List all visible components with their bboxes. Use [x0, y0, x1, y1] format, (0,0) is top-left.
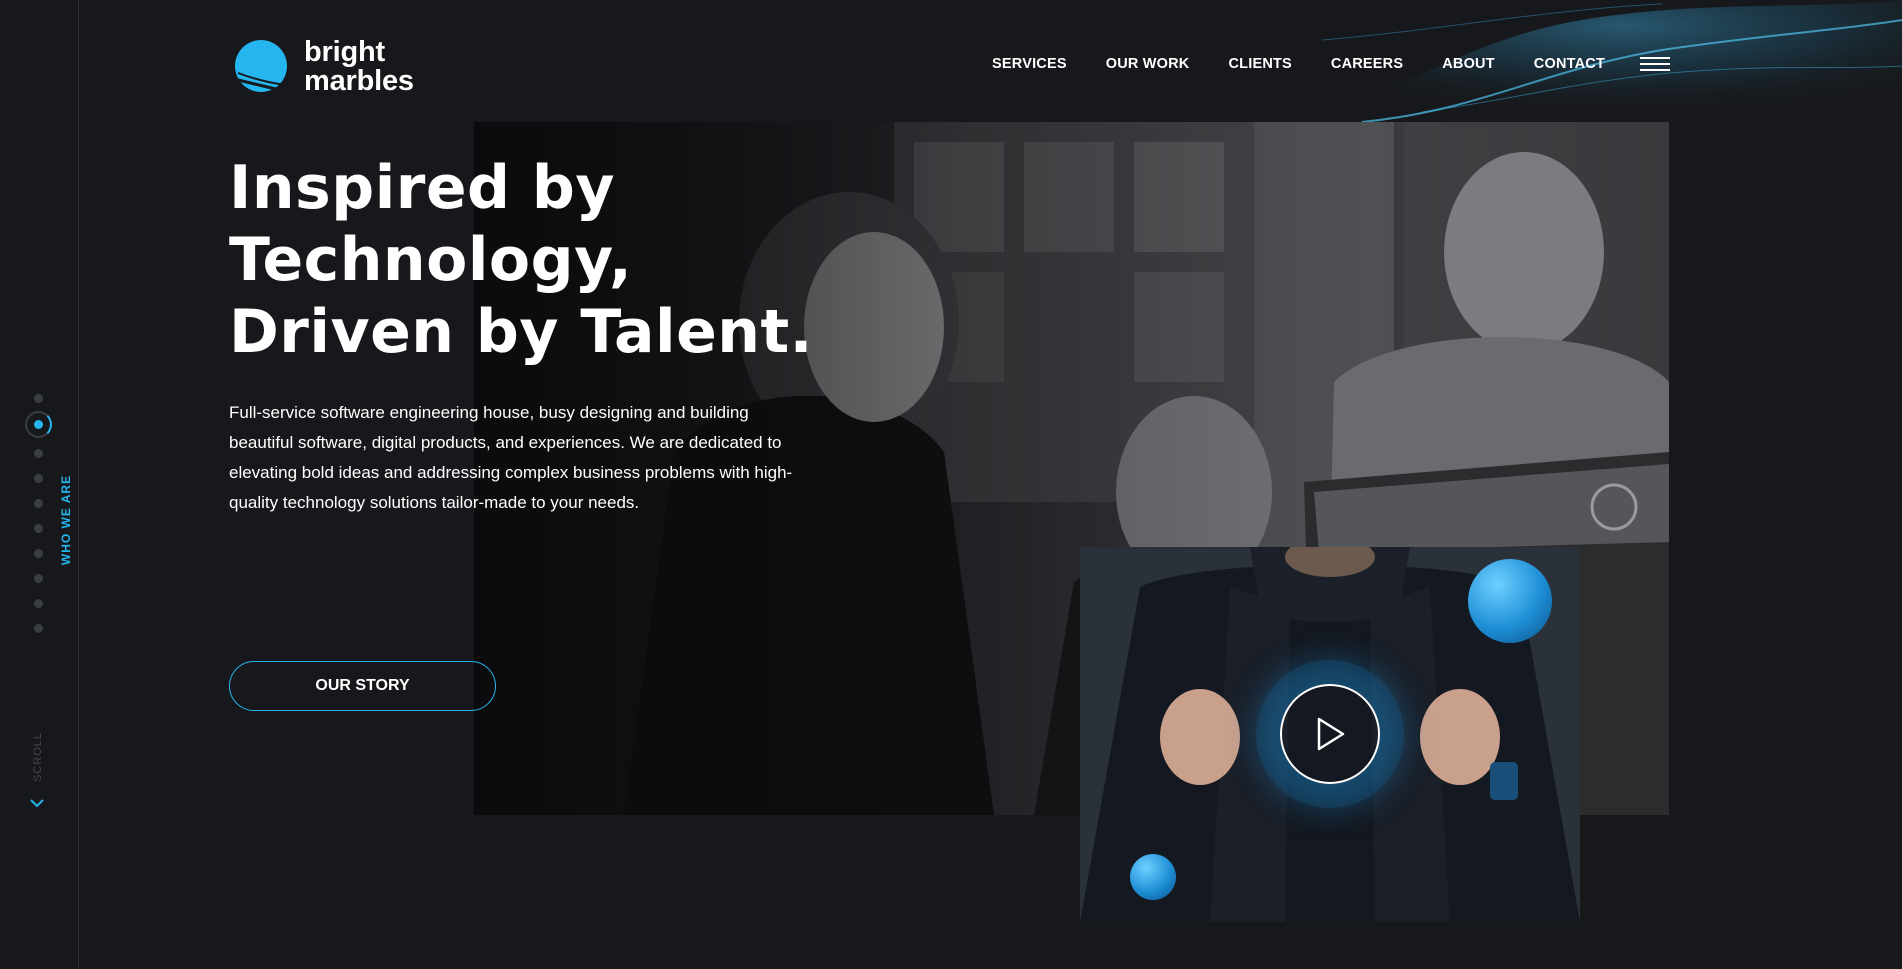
nav-clients[interactable]: CLIENTS [1228, 56, 1291, 72]
brand-line-2: marbles [304, 65, 414, 97]
nav-careers[interactable]: CAREERS [1331, 56, 1403, 72]
headline-line-3: Driven by Talent. [229, 297, 813, 367]
nav-contact[interactable]: CONTACT [1534, 56, 1605, 72]
section-dot[interactable] [34, 549, 43, 558]
section-dot[interactable] [34, 624, 43, 633]
section-dot[interactable] [34, 524, 43, 533]
section-dot[interactable] [34, 474, 43, 483]
blue-marble-large [1468, 559, 1552, 643]
brand-logo[interactable]: bright marbles [232, 38, 414, 96]
section-label: WHO WE ARE [59, 474, 73, 566]
chevron-down-icon[interactable] [29, 797, 45, 809]
play-button[interactable] [1280, 684, 1380, 784]
blue-marble-small [1130, 854, 1176, 900]
our-story-button[interactable]: OUR STORY [229, 661, 496, 711]
headline-line-1: Inspired by [229, 153, 615, 223]
play-icon [1317, 717, 1345, 751]
main-nav: SERVICES OUR WORK CLIENTS CAREERS ABOUT … [992, 56, 1670, 72]
section-dot[interactable] [34, 394, 43, 403]
brand-wordmark: bright marbles [304, 38, 414, 96]
nav-about[interactable]: ABOUT [1442, 56, 1495, 72]
section-dot[interactable] [34, 599, 43, 608]
hamburger-icon[interactable] [1640, 57, 1670, 71]
section-dot[interactable] [34, 449, 43, 458]
scroll-label: SCROLL [32, 731, 44, 783]
section-dot-active[interactable] [25, 411, 52, 438]
hero-description: Full-service software engineering house,… [229, 403, 793, 512]
section-rail: WHO WE ARE SCROLL [0, 0, 79, 969]
brand-line-1: bright [304, 36, 385, 68]
section-dot[interactable] [34, 574, 43, 583]
section-dot[interactable] [34, 499, 43, 508]
hero-headline: Inspired by Technology, Driven by Talent… [229, 152, 849, 368]
headline-line-2: Technology, [229, 225, 633, 295]
nav-services[interactable]: SERVICES [992, 56, 1067, 72]
marble-logo-icon [233, 40, 287, 93]
nav-our-work[interactable]: OUR WORK [1106, 56, 1190, 72]
